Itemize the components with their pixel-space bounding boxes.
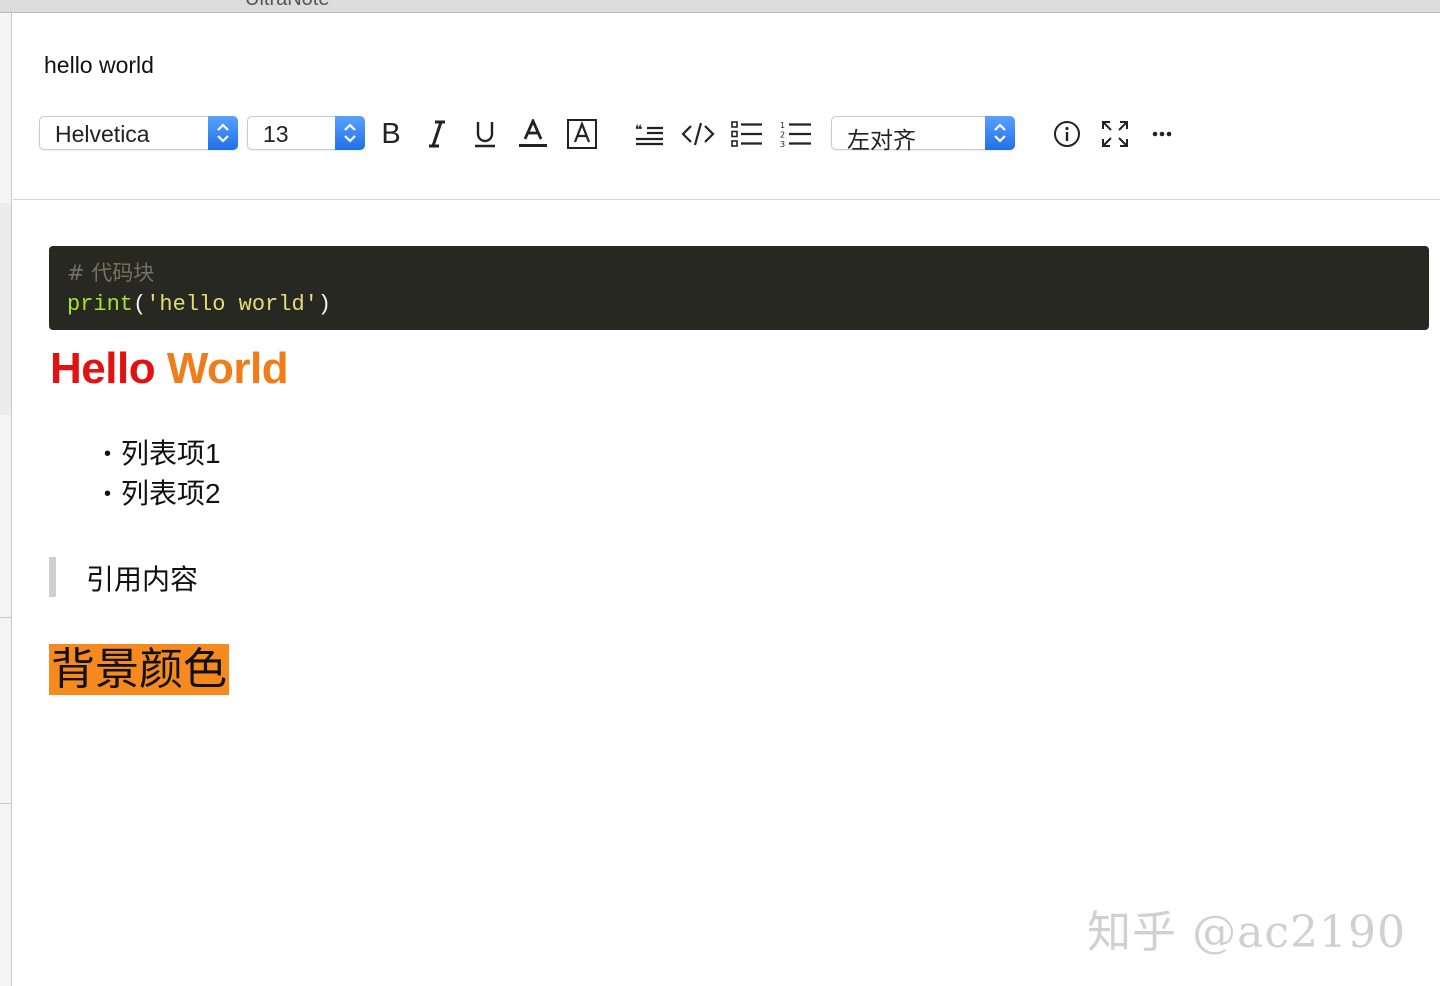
blockquote-button[interactable]: ❝ <box>629 112 669 156</box>
fullscreen-icon <box>1102 121 1128 147</box>
font-size-select[interactable]: 13 <box>247 116 365 150</box>
font-family-stepper-icon[interactable] <box>208 116 238 150</box>
alignment-select[interactable]: 左对齐 <box>831 116 1015 153</box>
numbered-list-icon: 123 <box>780 121 811 148</box>
code-line: print('hello world') <box>67 292 331 317</box>
more-button[interactable] <box>1142 112 1182 156</box>
bullet-icon: • <box>104 443 112 465</box>
code-paren-close: ) <box>317 292 332 317</box>
code-function: print <box>67 292 134 317</box>
heading-word-orange: World <box>166 344 289 393</box>
list-item: • 列表项1 <box>104 434 221 474</box>
text-background-icon <box>567 119 597 149</box>
window-titlebar: UltraNote <box>0 0 1440 13</box>
list-item-text: 列表项2 <box>121 478 221 509</box>
fullscreen-button[interactable] <box>1095 112 1135 156</box>
list-item-text: 列表项1 <box>121 438 221 469</box>
bullet-list[interactable]: • 列表项1 • 列表项2 <box>104 434 221 514</box>
font-family-select[interactable]: Helvetica <box>39 116 238 150</box>
italic-button[interactable] <box>417 112 457 156</box>
toolbar-divider <box>13 199 1440 200</box>
bullet-icon: • <box>104 483 112 505</box>
blockquote-icon: ❝ <box>635 123 663 146</box>
svg-text:3: 3 <box>780 140 785 148</box>
font-family-value: Helvetica <box>55 121 150 147</box>
underline-icon <box>475 122 495 148</box>
italic-icon <box>429 120 445 148</box>
code-icon <box>681 122 715 146</box>
text-color-button[interactable] <box>513 112 553 156</box>
highlighted-text[interactable]: 背景颜色 <box>49 644 229 695</box>
font-size-value: 13 <box>263 121 289 147</box>
code-string: 'hello world' <box>146 292 318 317</box>
format-toolbar: Helvetica 13 B ❝ 123 左对齐 <box>39 112 1199 156</box>
alignment-stepper-icon[interactable] <box>985 116 1015 150</box>
svg-text:❝: ❝ <box>635 123 643 138</box>
bullet-list-button[interactable] <box>727 112 767 156</box>
note-title[interactable]: hello world <box>44 52 154 79</box>
svg-text:1: 1 <box>780 121 785 130</box>
colored-heading[interactable]: Hello World <box>50 344 289 394</box>
svg-text:2: 2 <box>780 131 785 140</box>
code-block[interactable]: # 代码块 print('hello world') <box>49 246 1429 330</box>
text-color-icon <box>519 119 547 147</box>
font-size-stepper-icon[interactable] <box>335 116 365 150</box>
underline-button[interactable] <box>465 112 505 156</box>
info-icon <box>1054 121 1080 147</box>
watermark: 知乎 @ac2190 <box>1087 907 1406 958</box>
code-paren-open: ( <box>133 292 147 317</box>
alignment-value: 左对齐 <box>847 127 916 153</box>
bullet-list-icon <box>731 121 762 147</box>
code-button[interactable] <box>678 112 718 156</box>
list-item: • 列表项2 <box>104 474 221 514</box>
heading-word-red: Hello <box>50 344 156 393</box>
window-title: UltraNote <box>245 0 329 11</box>
blockquote-text[interactable]: 引用内容 <box>86 558 198 598</box>
bold-button[interactable]: B <box>371 112 411 156</box>
text-background-button[interactable] <box>562 112 602 156</box>
numbered-list-button[interactable]: 123 <box>776 112 816 156</box>
bold-icon: B <box>381 117 401 150</box>
blockquote-bar <box>49 557 56 597</box>
more-icon <box>1152 131 1172 137</box>
code-comment: # 代码块 <box>67 261 155 285</box>
sidebar-edge <box>0 13 12 986</box>
info-button[interactable] <box>1047 112 1087 156</box>
